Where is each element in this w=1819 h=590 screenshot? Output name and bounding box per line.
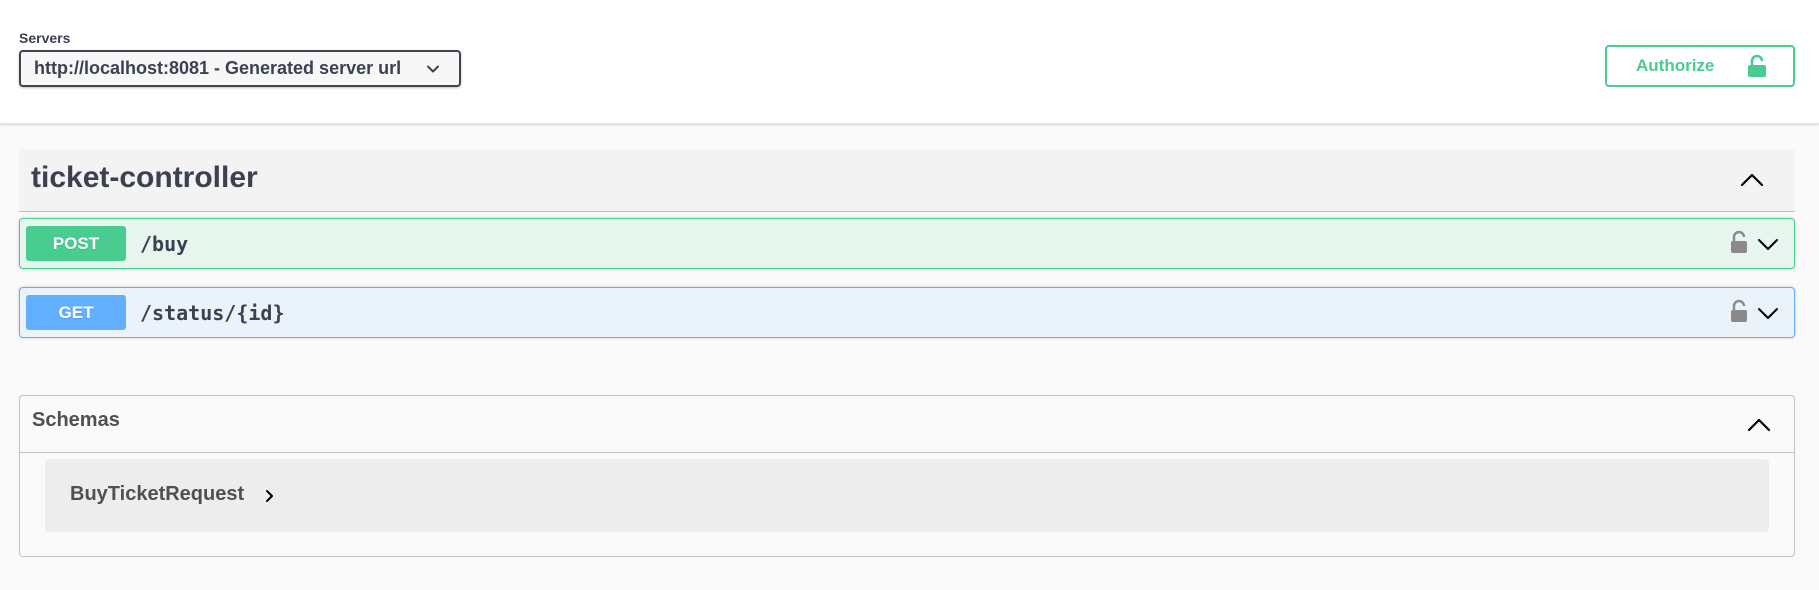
chevron-down-icon[interactable]	[1756, 232, 1780, 256]
tag-title: ticket-controller	[31, 161, 258, 194]
operation-path: /buy	[140, 232, 189, 256]
authorize-label: Authorize	[1636, 56, 1715, 75]
schemas-title: Schemas	[32, 409, 120, 431]
schemas-section: Schemas BuyTicketRequest	[19, 395, 1795, 557]
chevron-down-icon	[427, 65, 439, 73]
operation-post-buy[interactable]: POST /buy	[19, 218, 1795, 269]
method-badge-get: GET	[26, 295, 126, 330]
schemas-header[interactable]: Schemas	[20, 396, 1794, 453]
unlocked-lock-icon	[1748, 54, 1766, 77]
chevron-right-icon[interactable]	[261, 487, 279, 505]
tag-header-ticket-controller[interactable]: ticket-controller	[19, 149, 1795, 212]
model-name: BuyTicketRequest	[70, 483, 245, 505]
method-badge-post: POST	[26, 226, 126, 261]
unlocked-lock-icon[interactable]	[1730, 230, 1748, 254]
authorize-button[interactable]: Authorize	[1605, 45, 1795, 87]
chevron-down-icon[interactable]	[1756, 301, 1780, 325]
operation-path: /status/{id}	[140, 301, 285, 325]
chevron-up-icon[interactable]	[1739, 167, 1765, 193]
servers-selected-value: http://localhost:8081 - Generated server…	[34, 58, 402, 78]
unlocked-lock-icon[interactable]	[1730, 299, 1748, 323]
scheme-container: Servers http://localhost:8081 - Generate…	[0, 0, 1819, 124]
servers-label: Servers	[19, 30, 71, 46]
chevron-up-icon[interactable]	[1746, 412, 1772, 438]
model-buy-ticket-request[interactable]: BuyTicketRequest	[45, 459, 1769, 532]
operation-get-status[interactable]: GET /status/{id}	[19, 287, 1795, 338]
servers-select[interactable]: http://localhost:8081 - Generated server…	[19, 50, 461, 87]
